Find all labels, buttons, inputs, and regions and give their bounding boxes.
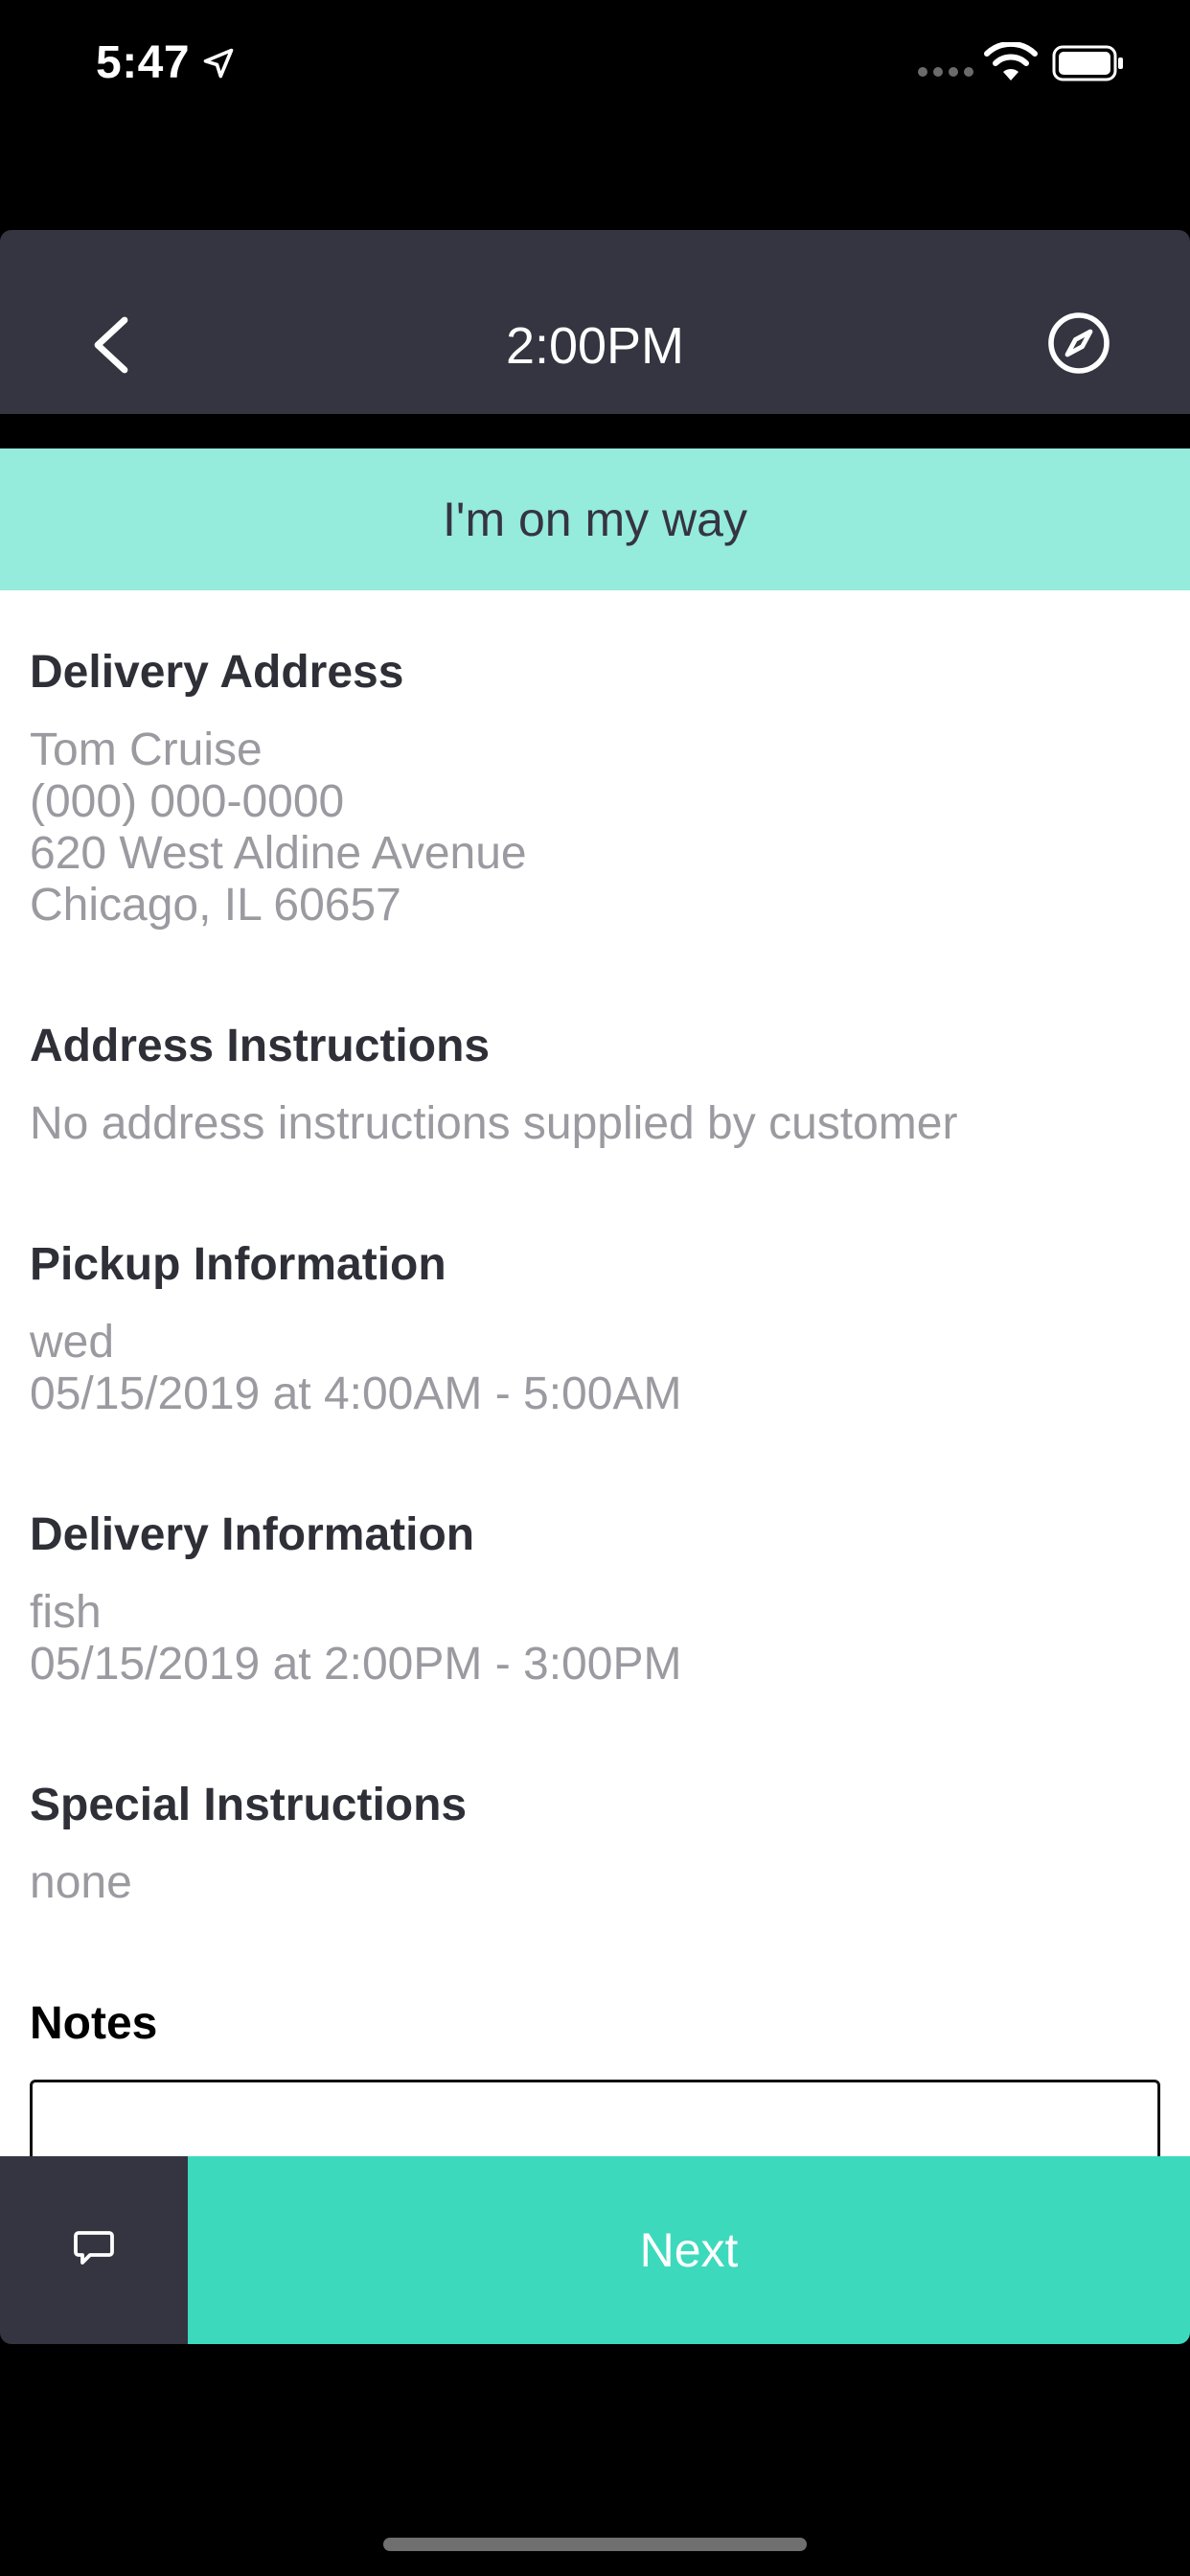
home-indicator	[383, 2538, 807, 2551]
bottom-action-bar: Next	[0, 2156, 1190, 2344]
address-instructions-body: No address instructions supplied by cust…	[30, 1098, 1160, 1150]
order-details: Delivery Address Tom Cruise (000) 000-00…	[0, 590, 1190, 2156]
pickup-day: wed	[30, 1317, 115, 1368]
chat-button[interactable]	[0, 2156, 188, 2344]
address-instructions-section: Address Instructions No address instruct…	[30, 1018, 1160, 1150]
address-instructions-text: No address instructions supplied by cust…	[30, 1098, 958, 1149]
location-arrow-icon	[203, 48, 234, 79]
pickup-window: 05/15/2019 at 4:00AM - 5:00AM	[30, 1368, 682, 1419]
status-time: 5:47	[96, 37, 191, 88]
section-title: Address Instructions	[30, 1021, 491, 1071]
special-instructions-section: Special Instructions none	[30, 1777, 1160, 1909]
notes-title: Notes	[30, 1998, 158, 2049]
delivery-information-section: Delivery Information fish 05/15/2019 at …	[30, 1506, 1160, 1690]
nav-header: 2:00PM	[0, 230, 1190, 414]
header-divider	[0, 414, 1190, 448]
delivery-window: 05/15/2019 at 2:00PM - 3:00PM	[30, 1639, 682, 1690]
special-instructions-text: none	[30, 1857, 132, 1908]
section-title: Delivery Information	[30, 1509, 475, 1560]
section-title: Special Instructions	[30, 1780, 468, 1830]
notes-input[interactable]	[30, 2080, 1160, 2156]
customer-phone: (000) 000-0000	[30, 776, 345, 827]
address-street: 620 West Aldine Avenue	[30, 828, 527, 879]
compass-icon[interactable]	[1046, 310, 1111, 376]
page-title: 2:00PM	[505, 317, 685, 375]
section-title: Delivery Address	[30, 647, 404, 698]
address-city: Chicago, IL 60657	[30, 880, 401, 931]
battery-icon	[1052, 45, 1123, 81]
next-button[interactable]: Next	[188, 2156, 1190, 2344]
pickup-information-section: Pickup Information wed 05/15/2019 at 4:0…	[30, 1236, 1160, 1420]
chat-bubble-icon	[74, 2231, 114, 2265]
section-title: Pickup Information	[30, 1239, 446, 1290]
pickup-information-body: wed 05/15/2019 at 4:00AM - 5:00AM	[30, 1317, 1160, 1420]
signal-icon	[918, 67, 973, 77]
wifi-icon	[984, 42, 1038, 80]
delivery-note: fish	[30, 1587, 102, 1638]
delivery-address-body: Tom Cruise (000) 000-0000 620 West Aldin…	[30, 724, 1160, 932]
delivery-information-body: fish 05/15/2019 at 2:00PM - 3:00PM	[30, 1587, 1160, 1690]
notes-section: Notes	[30, 1995, 1160, 2053]
status-bar: 5:47	[0, 0, 1190, 134]
special-instructions-body: none	[30, 1857, 1160, 1909]
on-my-way-button[interactable]: I'm on my way	[0, 448, 1190, 590]
delivery-address-section: Delivery Address Tom Cruise (000) 000-00…	[30, 644, 1160, 932]
customer-name: Tom Cruise	[30, 724, 263, 775]
